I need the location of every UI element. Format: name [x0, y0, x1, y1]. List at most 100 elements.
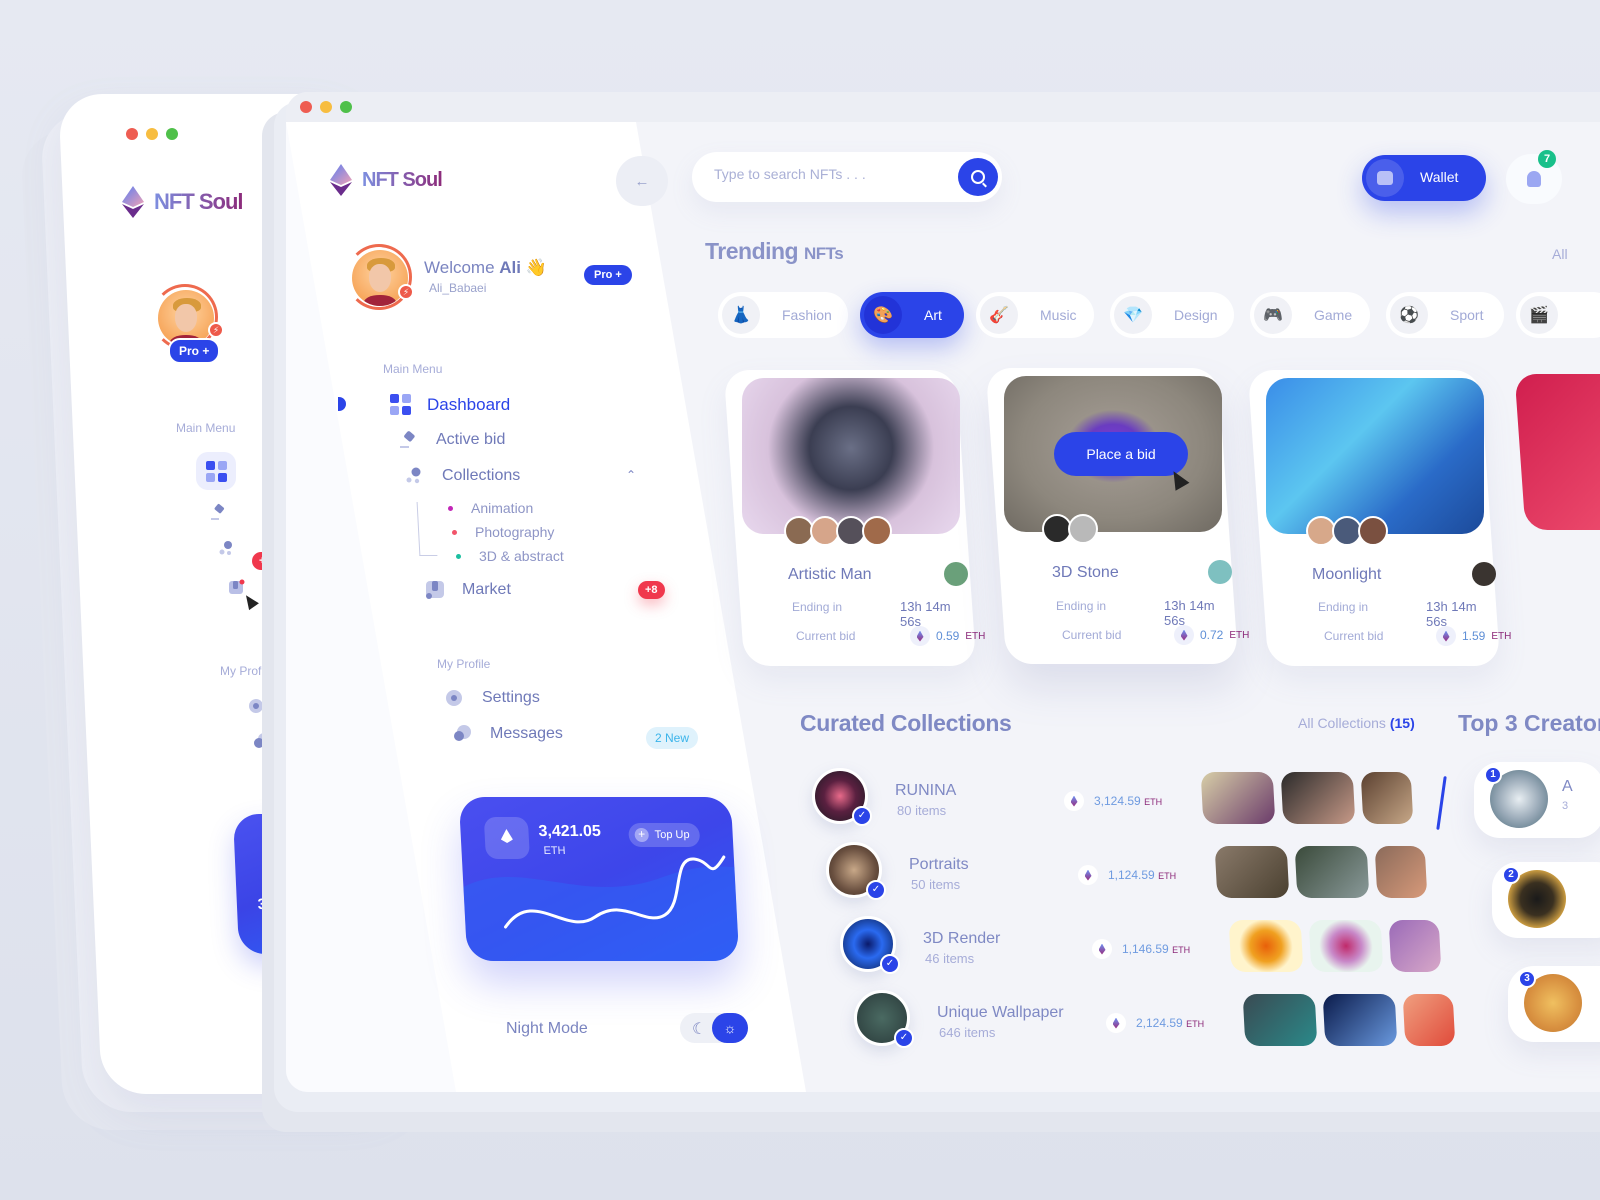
- owner-avatars: [784, 516, 892, 546]
- collection-thumbnail[interactable]: [1360, 772, 1414, 824]
- nav-collections[interactable]: [216, 538, 236, 558]
- creator-card[interactable]: 2: [1492, 862, 1600, 938]
- collection-thumbnail[interactable]: [1294, 846, 1370, 898]
- window-controls: [126, 128, 178, 140]
- creator-card[interactable]: 3: [1508, 966, 1600, 1042]
- ethereum-icon: [1078, 865, 1098, 885]
- brand-logo[interactable]: NFT Soul: [122, 186, 243, 218]
- category-music[interactable]: 🎸 Music: [976, 292, 1094, 338]
- nav-dashboard[interactable]: [196, 452, 236, 490]
- grid-icon: [205, 460, 227, 482]
- all-collections-link[interactable]: All Collections (15): [1298, 715, 1415, 731]
- nav-market[interactable]: [226, 578, 246, 598]
- search-button[interactable]: [958, 158, 998, 196]
- nft-image-moonlight[interactable]: [1266, 378, 1484, 534]
- collection-thumbnail[interactable]: [1242, 994, 1318, 1046]
- creator-avatar[interactable]: [944, 562, 968, 586]
- chevron-up-icon[interactable]: ⌃: [626, 468, 636, 482]
- search-bar: [692, 152, 1002, 202]
- nft-card[interactable]: 3D Stone Ending in 13h 14m 56s Current b…: [985, 368, 1249, 664]
- market-icon: [229, 579, 245, 594]
- close-dot[interactable]: [126, 128, 138, 140]
- sidebar-item-collections[interactable]: Collections: [404, 466, 520, 486]
- place-bid-button[interactable]: Place a bid: [1054, 432, 1188, 476]
- current-bid-value: 0.59 ETH: [910, 626, 985, 646]
- window-controls: [300, 101, 352, 113]
- ethereum-icon: [500, 829, 513, 847]
- collection-item-count: 46 items: [925, 951, 975, 966]
- wallet-icon: [1366, 159, 1404, 197]
- arrow-left-icon: ←: [634, 172, 650, 190]
- dress-icon: 👗: [722, 296, 760, 334]
- category-art[interactable]: 🎨 Art: [860, 292, 964, 338]
- sidebar-item-messages[interactable]: Messages: [452, 724, 563, 744]
- sub-item-3d-abstract[interactable]: 3D & abstract: [456, 548, 564, 564]
- minimize-dot[interactable]: [146, 128, 158, 140]
- collection-thumbnail[interactable]: [1402, 994, 1456, 1046]
- sub-item-animation[interactable]: Animation: [448, 500, 533, 516]
- wallet-balance-value: 3,421.05: [538, 823, 602, 840]
- sidebar-item-dashboard[interactable]: Dashboard: [390, 394, 510, 415]
- collection-thumbnail[interactable]: [1280, 772, 1356, 824]
- see-all-link[interactable]: All: [1552, 246, 1568, 262]
- night-mode-toggle[interactable]: ☾ ☼: [680, 1013, 748, 1043]
- rank-badge: 2: [1502, 866, 1520, 884]
- collection-thumbnail[interactable]: [1200, 772, 1276, 824]
- nft-card[interactable]: Moonlight Ending in 13h 14m 56s Current …: [1247, 370, 1511, 666]
- collection-thumbnail[interactable]: [1322, 994, 1398, 1046]
- creator-name: A: [1562, 778, 1573, 795]
- minimize-dot[interactable]: [320, 101, 332, 113]
- wallet-balance-card[interactable]: 3,421.05 ETH + Top Up: [458, 797, 740, 961]
- nft-card[interactable]: Artistic Man Ending in 13h 14m 56s Curre…: [723, 370, 985, 666]
- top-up-button[interactable]: + Top Up: [628, 823, 701, 847]
- collection-item-count: 646 items: [939, 1025, 996, 1040]
- bullet-dot: [456, 553, 461, 559]
- wallet-button[interactable]: Wallet: [1362, 155, 1486, 201]
- category-fashion[interactable]: 👗 Fashion: [718, 292, 848, 338]
- owner-avatar[interactable]: [862, 516, 892, 546]
- owner-avatars: [1306, 516, 1388, 546]
- tree-connector: [416, 502, 438, 556]
- current-bid-value: 0.72 ETH: [1174, 625, 1249, 645]
- category-design[interactable]: 💎 Design: [1110, 292, 1234, 338]
- owner-avatar[interactable]: [1358, 516, 1388, 546]
- nft-title: 3D Stone: [1052, 564, 1119, 581]
- collection-thumbnail[interactable]: [1388, 920, 1442, 972]
- sidebar-item-market[interactable]: Market: [424, 580, 511, 600]
- nft-image-artistic-man[interactable]: [742, 378, 960, 534]
- collapse-sidebar-button[interactable]: ←: [616, 156, 668, 206]
- diamond-icon: 💎: [1114, 296, 1152, 334]
- collection-thumbnail[interactable]: [1374, 846, 1428, 898]
- verified-icon: ✓: [852, 806, 872, 826]
- nft-card-partial[interactable]: [1514, 374, 1600, 530]
- sidebar-item-active-bid[interactable]: Active bid: [398, 430, 505, 450]
- nav-active-bid[interactable]: [208, 502, 228, 522]
- pro-badge[interactable]: Pro +: [584, 265, 632, 285]
- main-menu-label: Main Menu: [383, 362, 443, 376]
- maximize-dot[interactable]: [166, 128, 178, 140]
- plus-icon: +: [634, 827, 650, 842]
- collection-thumbnail[interactable]: [1228, 920, 1304, 972]
- sidebar-item-settings[interactable]: Settings: [444, 688, 540, 708]
- bell-icon: [1527, 171, 1541, 187]
- category-sport[interactable]: ⚽ Sport: [1386, 292, 1504, 338]
- search-input[interactable]: [714, 166, 934, 182]
- pro-badge[interactable]: Pro +: [168, 338, 221, 364]
- creator-avatar[interactable]: [1208, 560, 1232, 584]
- current-bid-value: 1.59 ETH: [1436, 626, 1511, 646]
- ending-time: 13h 14m 56s: [1164, 598, 1215, 628]
- brand-logo[interactable]: NFT Soul: [330, 164, 443, 196]
- close-dot[interactable]: [300, 101, 312, 113]
- creator-card[interactable]: 1 A 3: [1474, 762, 1600, 838]
- collection-thumbnail[interactable]: [1214, 846, 1290, 898]
- collection-thumbnail[interactable]: [1308, 920, 1384, 972]
- maximize-dot[interactable]: [340, 101, 352, 113]
- sub-item-photography[interactable]: Photography: [452, 524, 554, 540]
- creator-avatar[interactable]: [1472, 562, 1496, 586]
- category-film[interactable]: 🎬: [1516, 292, 1600, 338]
- owner-avatar[interactable]: [1068, 514, 1098, 544]
- nft-title: Moonlight: [1312, 566, 1382, 583]
- category-game[interactable]: 🎮 Game: [1250, 292, 1370, 338]
- ethereum-icon: [1106, 1013, 1126, 1033]
- verified-icon: ✓: [894, 1028, 914, 1048]
